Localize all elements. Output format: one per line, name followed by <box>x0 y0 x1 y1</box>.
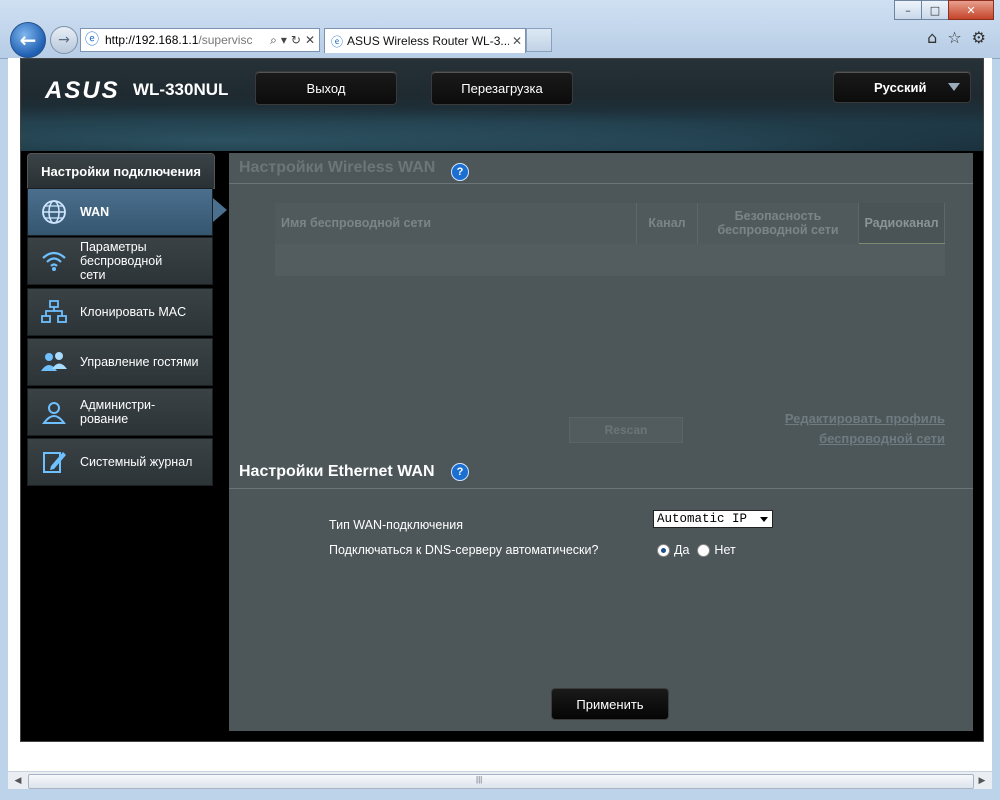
status-bar <box>0 789 1000 800</box>
dropdown-icon[interactable]: ▾ <box>281 33 287 48</box>
wifi-icon <box>38 245 70 277</box>
window-controls: – □ ✕ <box>894 0 994 20</box>
admin-user-icon <box>38 396 70 428</box>
router-ui: ASUS WL-330NUL Выход Перезагрузка Русски… <box>20 58 984 742</box>
scrollbar-grip-icon: ||| <box>476 775 483 784</box>
refresh-icon[interactable]: ↻ <box>291 33 301 48</box>
horizontal-scrollbar[interactable]: ◀ ||| ▶ <box>8 771 992 790</box>
home-icon[interactable]: ⌂ <box>927 28 937 47</box>
close-window-icon[interactable]: ✕ <box>948 0 994 20</box>
model-name: WL-330NUL <box>133 80 229 99</box>
column-header: Канал <box>636 203 698 244</box>
divider <box>229 488 973 489</box>
sidebar-item-guests[interactable]: Управление гостями <box>27 338 213 386</box>
scroll-left-icon[interactable]: ◀ <box>10 774 26 788</box>
dns-yes-radio[interactable] <box>657 543 670 557</box>
wan-type-select[interactable]: Automatic IP <box>653 510 773 528</box>
help-icon[interactable]: ? <box>451 163 469 181</box>
sidebar-item-administration[interactable]: Администри-рование <box>27 388 213 436</box>
address-url[interactable]: http://192.168.1.1/supervisc <box>105 33 270 47</box>
favorites-icon[interactable]: ☆ <box>947 28 961 47</box>
new-tab-button[interactable] <box>526 28 552 52</box>
language-select[interactable]: Русский <box>833 71 971 103</box>
rescan-button[interactable]: Rescan <box>569 417 683 443</box>
ie-page-icon: ⓔ <box>331 34 344 49</box>
sidebar-item-label: Администри-рование <box>80 398 156 426</box>
forward-icon[interactable]: → <box>50 26 78 54</box>
browser-tab[interactable]: ⓔ ASUS Wireless Router WL-3... ✕ <box>324 28 526 53</box>
wan-type-value: Automatic IP <box>657 512 748 526</box>
dns-no-radio[interactable] <box>697 543 711 557</box>
reboot-button[interactable]: Перезагрузка <box>431 71 573 105</box>
minimize-icon[interactable]: – <box>894 0 922 20</box>
dns-auto-label: Подключаться к DNS-серверу автоматически… <box>329 543 599 557</box>
chevron-down-icon <box>756 511 772 527</box>
column-header: Безопасность беспроводной сети <box>697 203 859 244</box>
sidebar-title: Настройки подключения <box>27 153 215 189</box>
wan-type-label: Тип WAN-подключения <box>329 518 464 532</box>
browser-chrome: – □ ✕ ← → ⓔ http://192.168.1.1/supervisc… <box>0 0 1000 59</box>
search-icon[interactable]: ⌕ <box>270 33 277 48</box>
wireless-networks-table: Имя беспроводной сети Канал Безопасность… <box>275 203 945 276</box>
page-viewport: ASUS WL-330NUL Выход Перезагрузка Русски… <box>8 58 992 771</box>
globe-icon <box>38 196 70 228</box>
sidebar-item-wan[interactable]: WAN <box>27 188 213 236</box>
table-row <box>275 243 945 276</box>
ethernet-wan-title: Настройки Ethernet WAN <box>239 463 435 480</box>
scrollbar-thumb[interactable] <box>28 774 974 789</box>
network-icon <box>38 296 70 328</box>
active-item-arrow <box>213 198 227 222</box>
dns-no-label: Нет <box>714 543 736 557</box>
dns-yes-label: Да <box>674 543 690 557</box>
chevron-down-icon <box>948 83 960 91</box>
asus-logo: ASUS <box>45 77 120 104</box>
sidebar-item-label: Системный журнал <box>80 455 193 469</box>
guests-icon <box>38 346 70 378</box>
sidebar-item-clone-mac[interactable]: Клонировать MAC <box>27 288 213 336</box>
address-bar[interactable]: ⓔ http://192.168.1.1/supervisc ⌕ ▾ ↻ ✕ <box>80 28 320 52</box>
wireless-wan-title: Настройки Wireless WAN <box>239 159 436 176</box>
logout-button[interactable]: Выход <box>255 71 397 105</box>
scroll-right-icon[interactable]: ▶ <box>974 774 990 788</box>
apply-button[interactable]: Применить <box>551 688 669 720</box>
tab-title: ASUS Wireless Router WL-3... <box>347 34 509 48</box>
stop-icon[interactable]: ✕ <box>305 33 315 48</box>
tools-icon[interactable]: ⚙ <box>972 28 986 47</box>
sidebar-item-syslog[interactable]: Системный журнал <box>27 438 213 486</box>
divider <box>229 183 973 184</box>
log-edit-icon <box>38 446 70 478</box>
edit-wireless-profile-link[interactable]: Редактировать профиль беспроводной сети <box>785 409 945 449</box>
close-tab-icon[interactable]: ✕ <box>509 34 525 48</box>
dns-auto-radio-group: Да Нет <box>657 543 744 557</box>
language-label: Русский <box>874 79 927 95</box>
content-panel: Настройки Wireless WAN ? Имя беспроводно… <box>229 153 973 731</box>
sidebar-item-wireless[interactable]: Параметры беспроводной сети <box>27 237 213 285</box>
sidebar-item-label: WAN <box>80 205 110 219</box>
ie-page-icon: ⓔ <box>85 32 99 48</box>
sidebar-item-label: Параметры беспроводной сети <box>80 240 163 282</box>
column-header: Имя беспроводной сети <box>275 203 637 244</box>
column-header: Радиоканал <box>858 203 945 244</box>
sidebar-item-label: Управление гостями <box>80 355 199 369</box>
help-icon[interactable]: ? <box>451 463 469 481</box>
header-banner: ASUS WL-330NUL Выход Перезагрузка Русски… <box>21 59 983 151</box>
back-icon[interactable]: ← <box>10 22 46 58</box>
maximize-icon[interactable]: □ <box>921 0 949 20</box>
sidebar-item-label: Клонировать MAC <box>80 305 187 319</box>
